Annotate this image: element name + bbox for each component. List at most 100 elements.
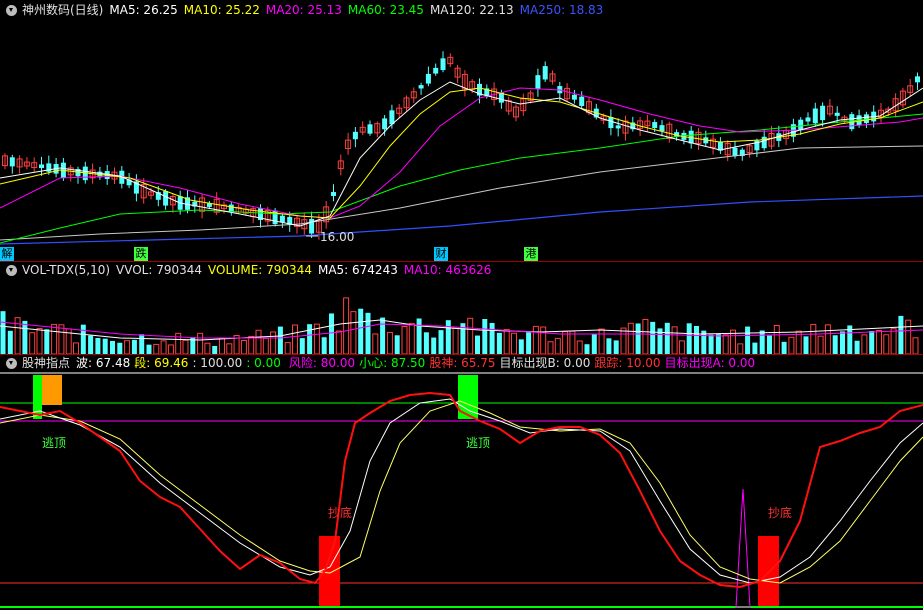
volume-bar [182, 339, 189, 354]
volume-bar [576, 340, 583, 354]
volume-bar [803, 336, 809, 354]
candle-body [805, 117, 811, 122]
volume-bar [335, 330, 342, 354]
event-marker-1[interactable]: 解 [0, 247, 14, 261]
volume-bar [358, 308, 364, 354]
stock-name: 神州数码(日线) [22, 3, 104, 17]
volume-bar [715, 334, 721, 354]
volume-bar [650, 321, 656, 354]
chevron-down-icon[interactable] [6, 4, 17, 16]
candle-body [798, 119, 804, 131]
volume-bar [532, 325, 539, 354]
volume-bar [606, 338, 612, 354]
candle-body [535, 75, 541, 90]
bottom-buy-label-1: 抄底 [328, 506, 353, 520]
volume-bar [29, 332, 36, 354]
volume-bar [591, 334, 597, 354]
volume-bar [365, 312, 371, 354]
volume-bar [452, 327, 459, 354]
volume-bar [51, 323, 58, 354]
event-marker-3[interactable]: 财 [434, 247, 448, 261]
ma60-value: MA60: 23.45 [347, 3, 424, 17]
volume-bar [584, 344, 590, 354]
volume-header: VOL-TDX(5,10) VVOL: 790344 VOLUME: 79034… [0, 262, 497, 278]
candle-body [834, 112, 840, 116]
volume-bar [788, 336, 795, 354]
volume-bar [540, 326, 547, 354]
volume-bar [80, 324, 86, 354]
volume-bar [912, 337, 919, 354]
volume-bar [423, 332, 429, 354]
candle-body [615, 125, 621, 129]
volume-chart[interactable] [0, 278, 923, 354]
volume-bar [58, 324, 65, 354]
volume-bar [482, 319, 488, 354]
volume-bar [671, 326, 678, 354]
volume-bar [840, 331, 845, 354]
volume-bar [767, 335, 772, 354]
ma60-line [0, 113, 923, 244]
volume-bar [102, 338, 108, 354]
volume-bar [810, 323, 817, 354]
volume-bar [44, 329, 50, 354]
indicator-header: 股神指点 波: 67.48 段: 69.46 : 100.00 : 0.00 风… [0, 355, 759, 371]
volume-bar [160, 340, 167, 354]
chevron-down-icon[interactable] [6, 357, 17, 369]
duan-line [0, 400, 923, 584]
volume-bar [438, 330, 444, 354]
candle-body [39, 164, 44, 169]
volume-bar [752, 342, 758, 354]
volume-bar [394, 335, 400, 354]
ma250-value: MA250: 18.83 [519, 3, 604, 17]
volume-bar [73, 342, 79, 354]
volume-bar [467, 317, 474, 354]
candle-body [761, 136, 767, 149]
bottom-signal-bar [319, 536, 340, 606]
volume-bar [890, 328, 897, 354]
volume-bar [547, 341, 554, 354]
volume-bar [284, 342, 291, 354]
ma5-value: MA5: 26.25 [109, 3, 178, 17]
volume-bar [781, 341, 787, 354]
volume-bar [343, 297, 350, 354]
target-b-value: 目标出现B: 0.00 [499, 356, 591, 370]
careful-value: 小心: 87.50 [359, 356, 426, 370]
ma20-value: MA20: 25.13 [265, 3, 342, 17]
wave-line [0, 398, 923, 584]
volume-bar [817, 335, 824, 354]
volume-bar [386, 331, 393, 354]
candle-body [440, 58, 446, 71]
event-marker-4[interactable]: 港 [524, 247, 538, 261]
candlestick-chart[interactable] [0, 18, 923, 260]
candle-body [571, 94, 577, 100]
volume-bar [737, 343, 744, 354]
volume-bar [212, 345, 218, 354]
event-marker-2[interactable]: 跌 [134, 247, 148, 261]
target-a-value: 目标出现A: 0.00 [664, 356, 756, 370]
vol-indicator-name: VOL-TDX(5,10) [22, 263, 111, 277]
candle-body [163, 191, 169, 206]
chevron-down-icon[interactable] [6, 264, 17, 276]
volume-bar [562, 331, 569, 354]
volume-bar [694, 325, 699, 354]
volume-bar [861, 334, 868, 354]
volume-bar [36, 328, 43, 354]
candle-body [331, 192, 336, 196]
volume-bar [869, 330, 875, 354]
volume-bar [898, 315, 904, 354]
vvol-value: VVOL: 790344 [116, 263, 203, 277]
candle-body [425, 73, 431, 84]
volume-bar [88, 335, 94, 354]
candle-body [279, 215, 285, 223]
escape-signal-bar [42, 375, 62, 405]
volume-bar [139, 334, 145, 354]
volume-bar [489, 322, 495, 354]
candle-body [812, 108, 818, 124]
indicator-chart[interactable] [0, 371, 923, 610]
volume-bar [722, 334, 729, 354]
volume-bar [321, 337, 327, 354]
candle-body [389, 110, 395, 125]
volume-bar [854, 340, 860, 354]
volume-bar [745, 326, 751, 354]
candle-body [352, 131, 358, 140]
